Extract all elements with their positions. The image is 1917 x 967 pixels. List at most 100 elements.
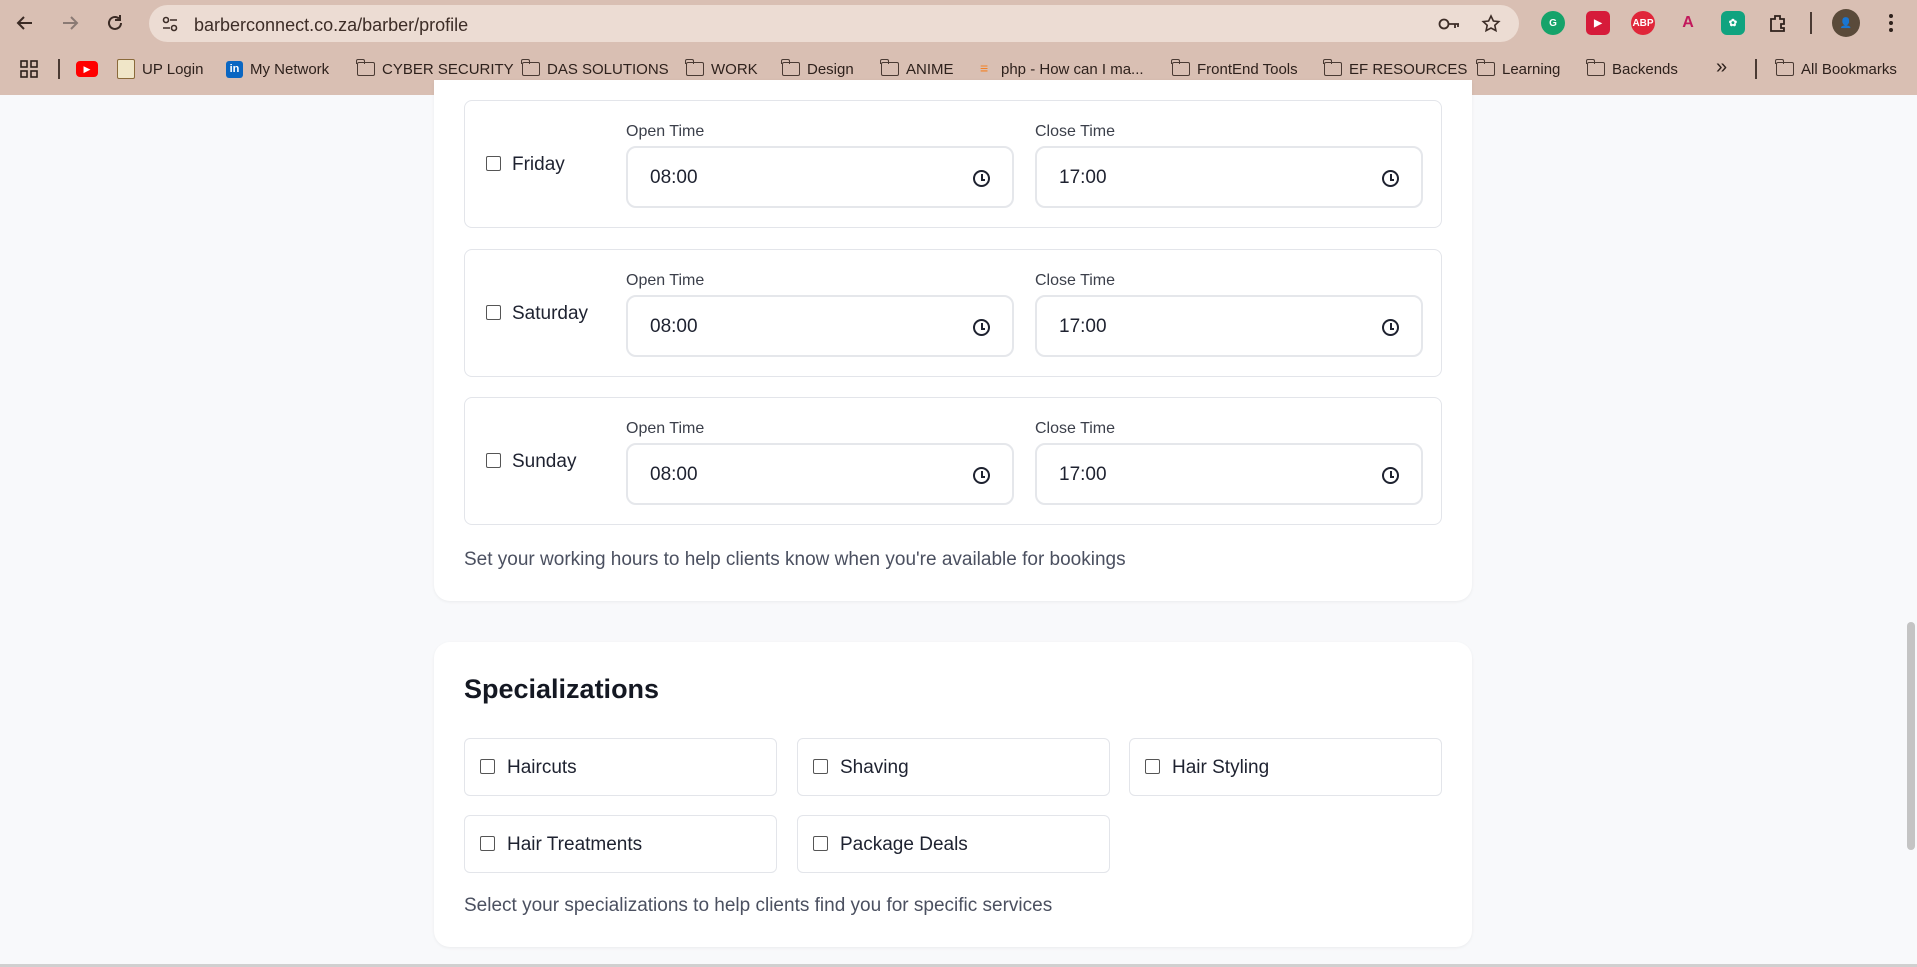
close-time-value: 17:00	[1059, 464, 1107, 485]
bookmark-folder-cyber-security[interactable]: CYBER SECURITY	[356, 58, 514, 80]
url-text: barberconnect.co.za/barber/profile	[194, 15, 469, 35]
clock-icon[interactable]	[1382, 319, 1399, 336]
specializations-hint: Select your specializations to help clie…	[464, 895, 1053, 916]
page-scrollbar[interactable]	[1907, 622, 1915, 850]
bookmark-folder-learning[interactable]: Learning	[1476, 58, 1560, 80]
profile-avatar[interactable]: 👤	[1832, 9, 1860, 37]
specialization-haircuts[interactable]: Haircuts	[464, 738, 777, 796]
folder-icon	[356, 59, 375, 76]
specialization-shaving[interactable]: Shaving	[797, 738, 1110, 796]
day-row-friday: Friday Open Time 08:00 Close Time 17:00	[464, 100, 1442, 228]
specialization-label: Package Deals	[840, 834, 968, 855]
close-time-value: 17:00	[1059, 316, 1107, 337]
clock-icon[interactable]	[973, 170, 990, 187]
youtube-icon[interactable]: ▶	[76, 58, 98, 80]
specialization-checkbox[interactable]	[1145, 759, 1160, 774]
reload-icon	[108, 15, 122, 30]
chatgpt-icon[interactable]: ✿	[1721, 11, 1745, 35]
day-label: Saturday	[512, 303, 589, 324]
bookmark-label: UP Login	[142, 60, 204, 78]
bookmark-label: Backends	[1612, 60, 1678, 78]
day-label: Sunday	[512, 451, 577, 472]
bookmark-label: ANIME	[906, 60, 954, 78]
open-time-label: Open Time	[626, 272, 705, 289]
bookmark-label: EF RESOURCES	[1349, 60, 1468, 78]
folder-icon	[880, 59, 899, 76]
open-time-label: Open Time	[626, 123, 705, 140]
site-info-icon[interactable]	[159, 13, 181, 35]
arrow-right-icon	[63, 16, 79, 30]
toolbar-divider	[1810, 12, 1812, 34]
close-time-input[interactable]: 17:00	[1035, 443, 1423, 505]
bookmark-label: php - How can I ma...	[1001, 60, 1144, 78]
specialization-label: Shaving	[840, 757, 909, 778]
day-checkbox-sunday[interactable]	[486, 453, 501, 468]
folder-icon	[685, 59, 704, 76]
adblock-icon[interactable]: ABP	[1631, 11, 1655, 35]
angular-icon[interactable]: A	[1676, 11, 1700, 35]
bookmark-stackoverflow[interactable]: ≡ php - How can I ma...	[980, 58, 1144, 80]
specialization-checkbox[interactable]	[480, 836, 495, 851]
puzzle-icon[interactable]	[1766, 11, 1790, 35]
bookmark-my-network[interactable]: in My Network	[226, 58, 329, 80]
specialization-checkbox[interactable]	[480, 759, 495, 774]
bookmark-label: FrontEnd Tools	[1197, 60, 1298, 78]
bookmark-folder-ef-resources[interactable]: EF RESOURCES	[1323, 58, 1468, 80]
open-time-value: 08:00	[650, 464, 698, 485]
bookmark-label: DAS SOLUTIONS	[547, 60, 669, 78]
forward-button[interactable]	[55, 8, 85, 38]
specialization-hair-treatments[interactable]: Hair Treatments	[464, 815, 777, 873]
close-time-input[interactable]: 17:00	[1035, 295, 1423, 357]
bookmark-folder-work[interactable]: WORK	[685, 58, 758, 80]
bookmark-star-icon[interactable]	[1480, 13, 1502, 35]
bookmark-label: WORK	[711, 60, 758, 78]
close-time-label: Close Time	[1035, 420, 1116, 437]
specialization-label: Hair Styling	[1172, 757, 1270, 778]
close-time-input[interactable]: 17:00	[1035, 146, 1423, 208]
menu-kebab-icon[interactable]	[1876, 8, 1906, 38]
folder-icon	[781, 59, 800, 76]
folder-icon	[1476, 59, 1495, 76]
apps-grid-icon[interactable]	[20, 58, 38, 80]
up-crest-icon	[117, 59, 135, 79]
specialization-checkbox[interactable]	[813, 759, 828, 774]
bookmark-folder-anime[interactable]: ANIME	[880, 58, 954, 80]
open-time-input[interactable]: 08:00	[626, 443, 1014, 505]
specialization-label: Hair Treatments	[507, 834, 643, 855]
specialization-hair-styling[interactable]: Hair Styling	[1129, 738, 1442, 796]
folder-icon	[1586, 59, 1605, 76]
open-time-value: 08:00	[650, 167, 698, 188]
clock-icon[interactable]	[973, 467, 990, 484]
open-time-input[interactable]: 08:00	[626, 295, 1014, 357]
day-checkbox-friday[interactable]	[486, 156, 501, 171]
folder-icon	[1775, 59, 1794, 76]
specialization-package-deals[interactable]: Package Deals	[797, 815, 1110, 873]
password-key-icon[interactable]	[1438, 13, 1460, 35]
back-button[interactable]	[10, 8, 40, 38]
reload-button[interactable]	[100, 8, 130, 38]
bookmark-label: Design	[807, 60, 854, 78]
specialization-checkbox[interactable]	[813, 836, 828, 851]
bookmark-label: All Bookmarks	[1801, 60, 1897, 78]
video-speed-icon[interactable]: ▶	[1586, 11, 1610, 35]
specializations-title: Specializations	[464, 674, 660, 704]
folder-icon	[521, 59, 540, 76]
clock-icon[interactable]	[1382, 467, 1399, 484]
bookmark-up-login[interactable]: UP Login	[117, 58, 203, 80]
working-hours-hint: Set your working hours to help clients k…	[464, 549, 1126, 570]
grammarly-icon[interactable]: G	[1541, 11, 1565, 35]
clock-icon[interactable]	[973, 319, 990, 336]
bookmark-folder-backends[interactable]: Backends	[1586, 58, 1678, 80]
bookmark-folder-design[interactable]: Design	[781, 58, 854, 80]
bookmark-folder-frontend-tools[interactable]: FrontEnd Tools	[1171, 58, 1298, 80]
all-bookmarks-button[interactable]: All Bookmarks	[1775, 58, 1897, 80]
browser-toolbar: barberconnect.co.za/barber/profile G ▶ A…	[0, 0, 1917, 46]
bookmark-folder-das-solutions[interactable]: DAS SOLUTIONS	[521, 58, 669, 80]
arrow-left-icon	[16, 16, 32, 30]
close-time-value: 17:00	[1059, 167, 1107, 188]
clock-icon[interactable]	[1382, 170, 1399, 187]
address-bar[interactable]: barberconnect.co.za/barber/profile	[149, 5, 1519, 42]
bookmarks-overflow-button[interactable]: »	[1716, 56, 1727, 78]
open-time-input[interactable]: 08:00	[626, 146, 1014, 208]
day-checkbox-saturday[interactable]	[486, 305, 501, 320]
